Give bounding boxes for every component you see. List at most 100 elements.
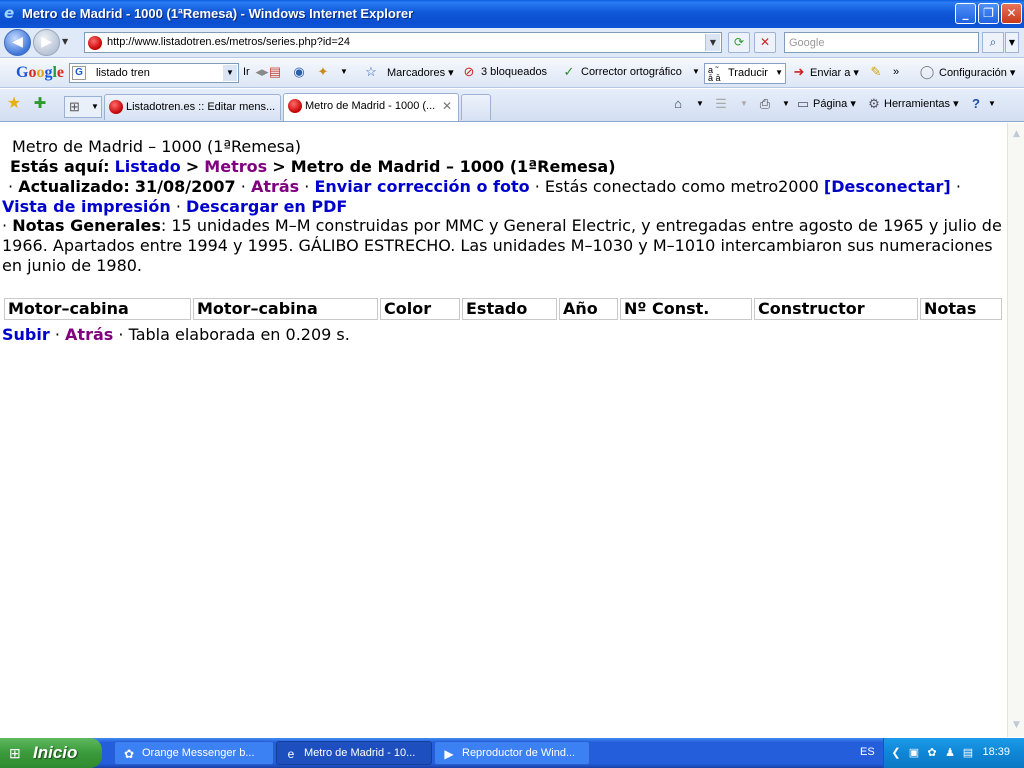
more-dropdown-icon[interactable]: ▼ — [336, 64, 352, 80]
tab-metro-madrid[interactable]: Metro de Madrid - 1000 (... ✕ — [283, 93, 459, 121]
site-favicon-icon — [288, 99, 302, 113]
google-search-input[interactable]: G listado tren ▼ — [69, 63, 239, 83]
column-header[interactable]: Color — [380, 298, 460, 320]
corrector-dropdown-icon[interactable]: ▼ — [688, 64, 704, 80]
search-icon: ⌕ — [989, 35, 997, 49]
close-window-button[interactable]: ✕ — [1001, 3, 1022, 24]
home-icon[interactable]: ⌂ — [670, 96, 686, 112]
marcadores-button[interactable]: Marcadores ▾ — [387, 66, 454, 79]
breadcrumb-link-metros[interactable]: Metros — [204, 157, 267, 176]
refresh-button[interactable]: ⟳ — [728, 32, 750, 53]
vertical-scrollbar[interactable]: ▲ ▼ — [1007, 123, 1024, 737]
updated-label: Actualizado: — [18, 177, 130, 196]
configuracion-button[interactable]: Configuración ▾ — [939, 66, 1015, 79]
tray-users-icon[interactable]: ♟ — [942, 745, 958, 761]
news-icon[interactable]: ▤ — [267, 64, 283, 80]
site-favicon-icon — [109, 100, 123, 114]
title-bar[interactable]: e Metro de Madrid - 1000 (1ªRemesa) - Wi… — [0, 0, 1024, 28]
popups-blocked-button[interactable]: 3 bloqueados — [481, 66, 547, 78]
subir-link[interactable]: Subir — [2, 325, 50, 344]
send-icon: ➜ — [793, 64, 805, 79]
restore-button[interactable]: ❐ — [978, 3, 999, 24]
google-logo[interactable]: Google — [16, 64, 64, 82]
tray-expand-icon[interactable]: ❮ — [888, 745, 904, 761]
breadcrumb-link-listado[interactable]: Listado — [115, 157, 181, 176]
taskbar-task-metro-madrid[interactable]: e Metro de Madrid - 10... — [276, 741, 432, 765]
new-tab-button[interactable] — [461, 94, 491, 120]
help-dropdown-icon[interactable]: ▼ — [984, 96, 1000, 112]
column-header[interactable]: Motor–cabina — [4, 298, 191, 320]
enviar-button[interactable]: Enviar a ▾ — [810, 66, 859, 79]
column-header[interactable]: Año — [559, 298, 618, 320]
minimize-button[interactable]: _ — [955, 3, 976, 24]
herramientas-menu[interactable]: Herramientas ▾ — [884, 97, 959, 110]
refresh-icon: ⟳ — [733, 35, 745, 49]
desconectar-link[interactable]: [Desconectar] — [824, 177, 951, 196]
column-header[interactable]: Estado — [462, 298, 557, 320]
google-toolbar: Google G listado tren ▼ Ir ◂▸ ▤ ◉ ✦ ▼ ☆ … — [0, 59, 1024, 88]
quick-tabs-button[interactable]: ⊞ ▼ — [64, 96, 102, 118]
address-dropdown-icon[interactable]: ▼ — [705, 34, 720, 51]
highlighter-icon[interactable]: ✎ — [868, 64, 884, 80]
connected-user-text: Estás conectado como metro2000 — [544, 177, 819, 196]
atras-link[interactable]: Atrás — [251, 177, 299, 196]
tab-listadotren[interactable]: Listadotren.es :: Editar mens... — [104, 94, 281, 120]
forward-button[interactable]: ▶ — [33, 29, 60, 56]
corrector-button[interactable]: Corrector ortográfico — [581, 66, 682, 78]
tray-display-icon[interactable]: ▤ — [960, 745, 976, 761]
tray-network-icon[interactable]: ▣ — [906, 745, 922, 761]
print-icon[interactable]: ⎙ — [757, 96, 773, 112]
column-header[interactable]: Nº Const. — [620, 298, 752, 320]
traducir-button[interactable]: a ̃ ā ā Traducir ▼ — [704, 63, 786, 84]
site-favicon-icon — [88, 36, 102, 50]
puzzle-icon[interactable]: ✦ — [315, 64, 331, 80]
back-button[interactable]: ◀ — [4, 29, 31, 56]
scroll-down-icon[interactable]: ▼ — [1009, 718, 1024, 733]
quick-tabs-icon: ⊞ — [69, 99, 80, 114]
tab-label: Metro de Madrid - 1000 (... — [305, 100, 436, 112]
home-dropdown-icon[interactable]: ▼ — [692, 96, 708, 112]
scroll-up-icon[interactable]: ▲ — [1009, 127, 1024, 142]
google-search-dropdown-icon[interactable]: ▼ — [223, 65, 237, 81]
tray-messenger-icon[interactable]: ✿ — [924, 745, 940, 761]
tab-label: Listadotren.es :: Editar mens... — [126, 101, 276, 113]
vista-impresion-link[interactable]: Vista de impresión — [2, 197, 171, 216]
search-options-dropdown[interactable]: ▼ — [1005, 32, 1019, 53]
column-header[interactable]: Motor–cabina — [193, 298, 378, 320]
clock[interactable]: 18:39 — [982, 746, 1010, 758]
language-indicator[interactable]: ES — [860, 746, 875, 758]
google-g-icon: G — [72, 66, 86, 80]
footer-atras-link[interactable]: Atrás — [65, 325, 113, 344]
add-favorite-icon[interactable]: ✚ — [32, 96, 48, 112]
close-tab-icon[interactable]: ✕ — [442, 99, 452, 113]
overflow-chevron-icon[interactable]: » — [888, 64, 904, 80]
search-button[interactable]: ⌕ — [982, 32, 1004, 53]
ir-button[interactable]: Ir — [243, 66, 250, 78]
taskbar-task-orange-messenger[interactable]: ✿ Orange Messenger b... — [114, 741, 274, 765]
feeds-icon[interactable]: ☰ — [713, 96, 729, 112]
print-dropdown-icon[interactable]: ▼ — [778, 96, 794, 112]
enviar-correccion-link[interactable]: Enviar corrección o foto — [314, 177, 529, 196]
column-header[interactable]: Notas — [920, 298, 1002, 320]
column-header[interactable]: Constructor — [754, 298, 918, 320]
arrow-left-icon: ◀ — [12, 34, 23, 50]
favorites-star-icon[interactable]: ★ — [6, 96, 22, 112]
taskbar-task-reproductor[interactable]: ▶ Reproductor de Wind... — [434, 741, 590, 765]
stop-button[interactable]: ✕ — [754, 32, 776, 53]
ie-logo-icon: e — [4, 4, 15, 22]
tab-list-dropdown-icon: ▼ — [91, 102, 99, 111]
star-bookmark-icon: ☆ — [365, 64, 377, 79]
address-input[interactable]: http://www.listadotren.es/metros/series.… — [84, 32, 722, 53]
elapsed-time-text: Tabla elaborada en 0.209 s. — [128, 325, 350, 344]
ie-icon: e — [287, 747, 295, 761]
descargar-pdf-link[interactable]: Descargar en PDF — [186, 197, 347, 216]
history-dropdown-icon[interactable]: ▼ — [62, 37, 68, 46]
translate-icon: a ̃ ā ā — [708, 65, 721, 83]
page-heading: Metro de Madrid – 1000 (1ªRemesa) — [12, 137, 302, 156]
feeds-dropdown-icon[interactable]: ▼ — [736, 96, 752, 112]
start-button[interactable]: ⊞ Inicio — [0, 738, 102, 768]
help-icon[interactable]: ? — [968, 96, 984, 112]
pagina-menu[interactable]: Página ▾ — [813, 97, 856, 110]
search-input[interactable]: Google — [784, 32, 979, 53]
globe-icon[interactable]: ◉ — [291, 64, 307, 80]
